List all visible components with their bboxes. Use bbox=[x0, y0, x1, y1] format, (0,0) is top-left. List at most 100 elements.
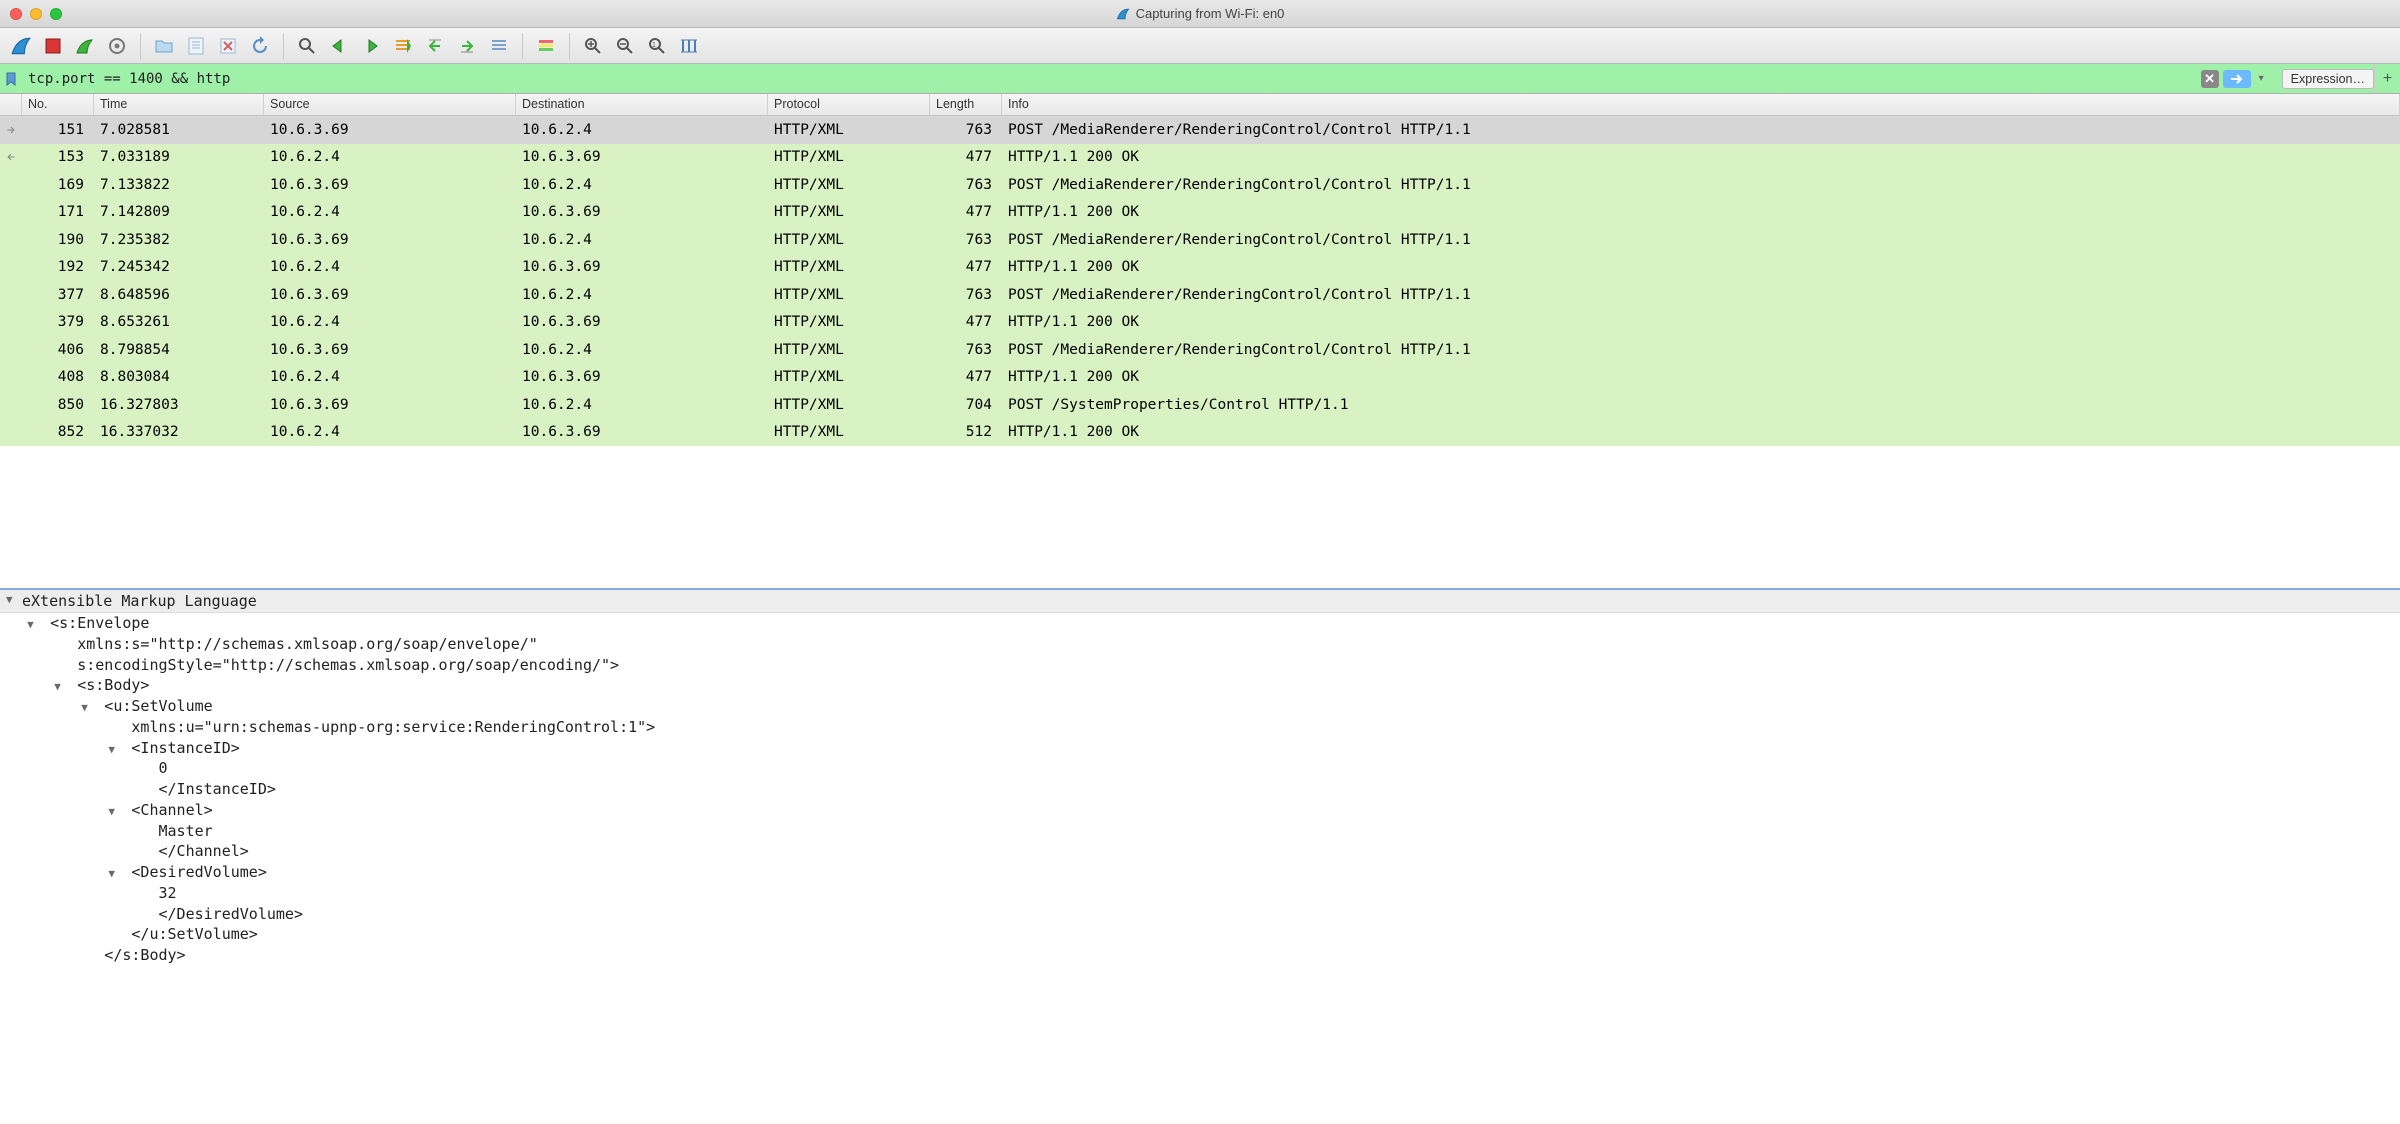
zoom-reset-icon[interactable]: 1 bbox=[642, 32, 672, 60]
restart-icon[interactable] bbox=[70, 32, 100, 60]
cell-time: 7.142809 bbox=[94, 204, 264, 220]
detail-tree-line[interactable]: </Channel> bbox=[0, 841, 2400, 862]
packet-row[interactable]: 1697.13382210.6.3.6910.6.2.4HTTP/XML763P… bbox=[0, 171, 2400, 199]
cell-time: 8.653261 bbox=[94, 314, 264, 330]
reload-icon[interactable] bbox=[245, 32, 275, 60]
packet-row[interactable]: 85016.32780310.6.3.6910.6.2.4HTTP/XML704… bbox=[0, 391, 2400, 419]
packet-row[interactable]: 1717.14280910.6.2.410.6.3.69HTTP/XML477H… bbox=[0, 199, 2400, 227]
cell-source: 10.6.2.4 bbox=[264, 204, 516, 220]
packet-row[interactable]: 4068.79885410.6.3.6910.6.2.4HTTP/XML763P… bbox=[0, 336, 2400, 364]
forward-icon[interactable] bbox=[356, 32, 386, 60]
packet-row[interactable]: 1537.03318910.6.2.410.6.3.69HTTP/XML477H… bbox=[0, 144, 2400, 172]
cell-length: 763 bbox=[930, 287, 1002, 303]
cell-no: 406 bbox=[22, 342, 94, 358]
filter-history-dropdown[interactable]: ▾ bbox=[2255, 73, 2268, 84]
packet-list-body[interactable]: 1517.02858110.6.3.6910.6.2.4HTTP/XML763P… bbox=[0, 116, 2400, 588]
cell-time: 8.798854 bbox=[94, 342, 264, 358]
window-close-button[interactable] bbox=[10, 8, 22, 20]
window-maximize-button[interactable] bbox=[50, 8, 62, 20]
detail-tree-line[interactable]: 0 bbox=[0, 758, 2400, 779]
detail-tree-line[interactable]: ▼ <DesiredVolume> bbox=[0, 862, 2400, 883]
cell-info: HTTP/1.1 200 OK bbox=[1002, 204, 2400, 220]
stop-icon[interactable] bbox=[38, 32, 68, 60]
resize-columns-icon[interactable] bbox=[674, 32, 704, 60]
options-icon[interactable] bbox=[102, 32, 132, 60]
colorize-icon[interactable] bbox=[531, 32, 561, 60]
zoom-out-icon[interactable] bbox=[610, 32, 640, 60]
cell-length: 704 bbox=[930, 397, 1002, 413]
cell-no: 190 bbox=[22, 232, 94, 248]
detail-section-header[interactable]: eXtensible Markup Language bbox=[0, 590, 2400, 613]
detail-tree-line[interactable]: </u:SetVolume> bbox=[0, 924, 2400, 945]
clear-filter-button[interactable]: ✕ bbox=[2201, 70, 2219, 88]
cell-info: POST /MediaRenderer/RenderingControl/Con… bbox=[1002, 342, 2400, 358]
save-icon[interactable] bbox=[181, 32, 211, 60]
packet-row[interactable]: 1907.23538210.6.3.6910.6.2.4HTTP/XML763P… bbox=[0, 226, 2400, 254]
zoom-in-icon[interactable] bbox=[578, 32, 608, 60]
cell-destination: 10.6.3.69 bbox=[516, 314, 768, 330]
cell-destination: 10.6.3.69 bbox=[516, 259, 768, 275]
cell-source: 10.6.2.4 bbox=[264, 369, 516, 385]
cell-info: HTTP/1.1 200 OK bbox=[1002, 149, 2400, 165]
row-gutter-icon bbox=[0, 150, 22, 164]
cell-info: HTTP/1.1 200 OK bbox=[1002, 259, 2400, 275]
detail-tree-line[interactable]: </DesiredVolume> bbox=[0, 904, 2400, 925]
cell-source: 10.6.2.4 bbox=[264, 149, 516, 165]
cell-protocol: HTTP/XML bbox=[768, 287, 930, 303]
apply-filter-button[interactable] bbox=[2223, 70, 2251, 88]
packet-details-pane[interactable]: eXtensible Markup Language ▼ <s:Envelope… bbox=[0, 590, 2400, 1124]
detail-tree-line[interactable]: ▼ <s:Envelope bbox=[0, 613, 2400, 634]
cell-time: 7.245342 bbox=[94, 259, 264, 275]
detail-tree-line[interactable]: Master bbox=[0, 821, 2400, 842]
last-icon[interactable] bbox=[452, 32, 482, 60]
cell-no: 192 bbox=[22, 259, 94, 275]
packet-row[interactable]: 3778.64859610.6.3.6910.6.2.4HTTP/XML763P… bbox=[0, 281, 2400, 309]
packet-row[interactable]: 85216.33703210.6.2.410.6.3.69HTTP/XML512… bbox=[0, 419, 2400, 447]
first-icon[interactable] bbox=[420, 32, 450, 60]
detail-tree-line[interactable]: ▼ <s:Body> bbox=[0, 675, 2400, 696]
back-icon[interactable] bbox=[324, 32, 354, 60]
cell-protocol: HTTP/XML bbox=[768, 424, 930, 440]
detail-tree-line[interactable]: ▼ <u:SetVolume bbox=[0, 696, 2400, 717]
shark-fin-icon bbox=[1116, 7, 1130, 21]
cell-time: 16.337032 bbox=[94, 424, 264, 440]
detail-tree-line[interactable]: </s:Body> bbox=[0, 945, 2400, 966]
detail-tree-line[interactable]: 32 bbox=[0, 883, 2400, 904]
packet-list-header[interactable]: No. Time Source Destination Protocol Len… bbox=[0, 94, 2400, 116]
add-filter-button[interactable]: + bbox=[2374, 64, 2400, 93]
cell-time: 7.133822 bbox=[94, 177, 264, 193]
packet-row[interactable]: 1927.24534210.6.2.410.6.3.69HTTP/XML477H… bbox=[0, 254, 2400, 282]
window-minimize-button[interactable] bbox=[30, 8, 42, 20]
detail-tree-line[interactable]: ▼ <InstanceID> bbox=[0, 738, 2400, 759]
cell-protocol: HTTP/XML bbox=[768, 314, 930, 330]
auto-scroll-icon[interactable] bbox=[484, 32, 514, 60]
detail-tree-line[interactable]: s:encodingStyle="http://schemas.xmlsoap.… bbox=[0, 655, 2400, 676]
expression-button[interactable]: Expression… bbox=[2282, 69, 2374, 89]
find-icon[interactable] bbox=[292, 32, 322, 60]
close-file-icon[interactable] bbox=[213, 32, 243, 60]
cell-info: POST /MediaRenderer/RenderingControl/Con… bbox=[1002, 232, 2400, 248]
row-gutter-icon bbox=[0, 123, 22, 137]
cell-time: 7.028581 bbox=[94, 122, 264, 138]
cell-destination: 10.6.3.69 bbox=[516, 204, 768, 220]
cell-length: 763 bbox=[930, 122, 1002, 138]
cell-no: 171 bbox=[22, 204, 94, 220]
cell-length: 477 bbox=[930, 314, 1002, 330]
cell-no: 408 bbox=[22, 369, 94, 385]
detail-tree-line[interactable]: xmlns:u="urn:schemas-upnp-org:service:Re… bbox=[0, 717, 2400, 738]
packet-row[interactable]: 3798.65326110.6.2.410.6.3.69HTTP/XML477H… bbox=[0, 309, 2400, 337]
bookmark-icon[interactable] bbox=[0, 72, 22, 86]
cell-source: 10.6.3.69 bbox=[264, 397, 516, 413]
cell-time: 8.648596 bbox=[94, 287, 264, 303]
svg-text:1: 1 bbox=[652, 42, 656, 49]
cell-time: 7.033189 bbox=[94, 149, 264, 165]
open-icon[interactable] bbox=[149, 32, 179, 60]
shark-fin-icon[interactable] bbox=[6, 32, 36, 60]
jump-icon[interactable] bbox=[388, 32, 418, 60]
packet-row[interactable]: 4088.80308410.6.2.410.6.3.69HTTP/XML477H… bbox=[0, 364, 2400, 392]
detail-tree-line[interactable]: </InstanceID> bbox=[0, 779, 2400, 800]
display-filter-input[interactable] bbox=[22, 67, 2201, 91]
detail-tree-line[interactable]: ▼ <Channel> bbox=[0, 800, 2400, 821]
detail-tree-line[interactable]: xmlns:s="http://schemas.xmlsoap.org/soap… bbox=[0, 634, 2400, 655]
packet-row[interactable]: 1517.02858110.6.3.6910.6.2.4HTTP/XML763P… bbox=[0, 116, 2400, 144]
